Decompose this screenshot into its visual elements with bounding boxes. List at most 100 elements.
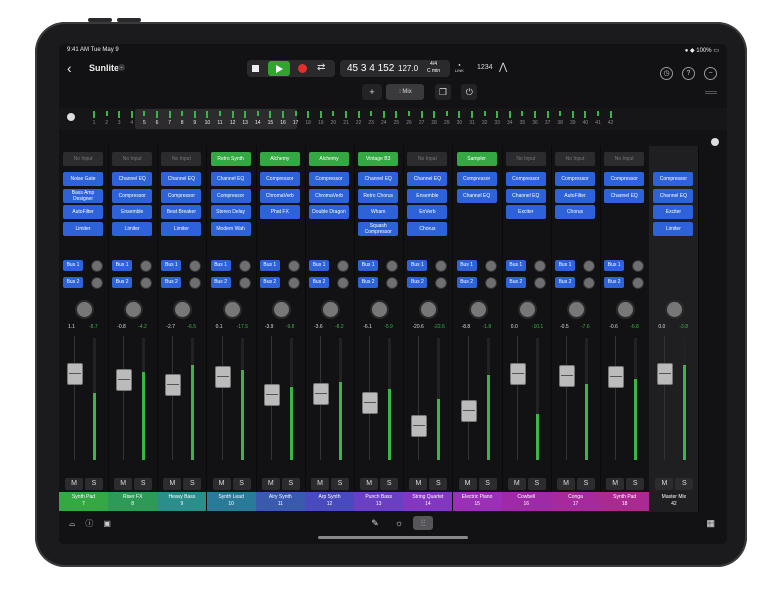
duplicate-icon[interactable]: ❐ (434, 84, 451, 100)
send-level-knob[interactable] (337, 277, 349, 289)
brightness-icon[interactable]: ☼ (389, 516, 409, 530)
send-level-knob[interactable] (238, 260, 251, 272)
plugin-slot[interactable]: Squash Compressor (358, 221, 399, 236)
volume-fader[interactable] (653, 336, 694, 462)
browser-icon[interactable]: ▣ (103, 519, 111, 528)
input-slot[interactable]: No Input (63, 152, 103, 166)
solo-button[interactable]: S (478, 478, 497, 490)
plugin-slot[interactable]: Bass Amp Designer (63, 188, 103, 203)
send-bus-1[interactable]: Bus 1 (112, 260, 133, 271)
send-level-knob[interactable] (386, 277, 399, 289)
solo-button[interactable]: S (380, 478, 399, 490)
plugin-slot[interactable]: AutoFilter (63, 205, 103, 219)
mute-button[interactable]: M (655, 478, 674, 490)
mute-button[interactable]: M (311, 478, 329, 490)
tuning-fork-icon[interactable]: ⋀ (499, 62, 507, 73)
plugin-slot[interactable]: Channel EQ (358, 172, 399, 186)
pan-knob[interactable] (517, 300, 537, 319)
plugin-slot[interactable]: Stereo Delay (210, 205, 251, 219)
input-slot[interactable]: No Input (604, 152, 645, 166)
input-slot[interactable]: Alchemy (259, 152, 300, 166)
cycle-icon[interactable]: ⇄ (317, 62, 325, 73)
plugin-slot[interactable]: Compressor (555, 172, 595, 186)
send-bus-2[interactable]: Bus 2 (112, 277, 133, 288)
input-slot[interactable]: Retro Synth (210, 152, 251, 166)
volume-fader[interactable] (457, 336, 498, 462)
solo-button[interactable]: S (626, 478, 645, 490)
send-level-knob[interactable] (337, 260, 349, 272)
plugin-slot[interactable]: Compressor (259, 172, 300, 186)
plugin-slot[interactable]: Channel EQ (407, 172, 448, 186)
plugin-slot[interactable]: Compressor (604, 172, 645, 186)
send-level-knob[interactable] (189, 277, 202, 289)
send-level-knob[interactable] (287, 277, 300, 289)
visible-range-selection[interactable] (135, 109, 297, 129)
mute-button[interactable]: M (163, 478, 182, 490)
plugin-slot[interactable]: AutoFilter (555, 188, 595, 203)
plugin-slot[interactable]: Noise Gate (63, 172, 103, 186)
fader-cap[interactable] (116, 369, 133, 391)
play-button[interactable] (268, 61, 290, 76)
send-level-knob[interactable] (484, 277, 497, 289)
send-bus-2[interactable]: Bus 2 (505, 277, 526, 288)
plugin-slot[interactable]: Retro Chorus (358, 188, 399, 203)
send-bus-2[interactable]: Bus 2 (604, 277, 625, 288)
plugin-slot[interactable]: Compressor (161, 188, 202, 203)
clock-icon[interactable]: ◷ (660, 67, 673, 80)
fader-cap[interactable] (362, 392, 379, 414)
send-bus-1[interactable]: Bus 1 (604, 260, 625, 271)
pan-knob[interactable] (173, 300, 193, 319)
send-bus-2[interactable]: Bus 2 (555, 277, 575, 288)
input-slot[interactable]: No Input (555, 152, 595, 166)
send-bus-2[interactable]: Bus 2 (309, 277, 329, 288)
plugin-slot[interactable]: Compressor (309, 172, 349, 186)
fader-cap[interactable] (608, 366, 625, 388)
mute-button[interactable]: M (507, 478, 526, 490)
volume-fader[interactable] (161, 336, 202, 462)
send-level-knob[interactable] (238, 277, 251, 289)
count-in-button[interactable]: 1234 (477, 64, 493, 71)
pan-knob[interactable] (616, 300, 636, 319)
send-level-knob[interactable] (386, 260, 399, 272)
pan-knob[interactable] (124, 300, 144, 319)
send-level-knob[interactable] (91, 260, 103, 272)
fader-cap[interactable] (657, 363, 674, 385)
project-title[interactable]: Sunlite (89, 63, 119, 73)
plugin-slot[interactable]: Limiter (63, 221, 103, 236)
mute-button[interactable]: M (212, 478, 231, 490)
send-level-knob[interactable] (484, 260, 497, 272)
fader-cap[interactable] (313, 383, 329, 405)
send-bus-2[interactable]: Bus 2 (407, 277, 428, 288)
send-level-knob[interactable] (583, 277, 595, 289)
input-slot[interactable]: No Input (112, 152, 153, 166)
send-level-knob[interactable] (140, 277, 153, 289)
solo-button[interactable]: S (331, 478, 349, 490)
pan-knob[interactable] (271, 300, 291, 319)
plugin-slot[interactable]: Channel EQ (653, 188, 694, 203)
link-button[interactable]: ● LINK (455, 62, 464, 74)
plugin-slot[interactable]: Chorus (555, 205, 595, 219)
send-bus-2[interactable]: Bus 2 (210, 277, 231, 288)
input-slot[interactable]: No Input (161, 152, 202, 166)
plugin-slot[interactable]: Channel EQ (505, 188, 546, 203)
master-collapse-icon[interactable] (711, 138, 719, 146)
solo-button[interactable]: S (134, 478, 153, 490)
info-icon[interactable]: ⓘ (85, 519, 93, 528)
plugin-slot[interactable]: Channel EQ (210, 172, 251, 186)
mute-button[interactable]: M (606, 478, 625, 490)
track-name-label[interactable]: Punch Bass 13 (354, 492, 404, 511)
plugin-slot[interactable]: Compressor (112, 188, 153, 203)
plugin-slot[interactable]: Compressor (456, 172, 497, 186)
solo-button[interactable]: S (183, 478, 202, 490)
solo-button[interactable]: S (527, 478, 546, 490)
send-bus-1[interactable]: Bus 1 (505, 260, 526, 271)
send-level-knob[interactable] (140, 260, 153, 272)
plugin-slot[interactable]: Chorus (407, 221, 448, 236)
pan-knob[interactable] (665, 300, 685, 319)
track-name-label[interactable]: Synth Pad 7 (59, 492, 108, 511)
track-name-label[interactable]: Synth Lead 10 (206, 492, 256, 511)
send-bus-1[interactable]: Bus 1 (456, 260, 477, 271)
send-level-knob[interactable] (583, 260, 595, 272)
plugin-slot[interactable]: Compressor (505, 172, 546, 186)
plugin-slot[interactable]: Ensemble (112, 205, 153, 219)
